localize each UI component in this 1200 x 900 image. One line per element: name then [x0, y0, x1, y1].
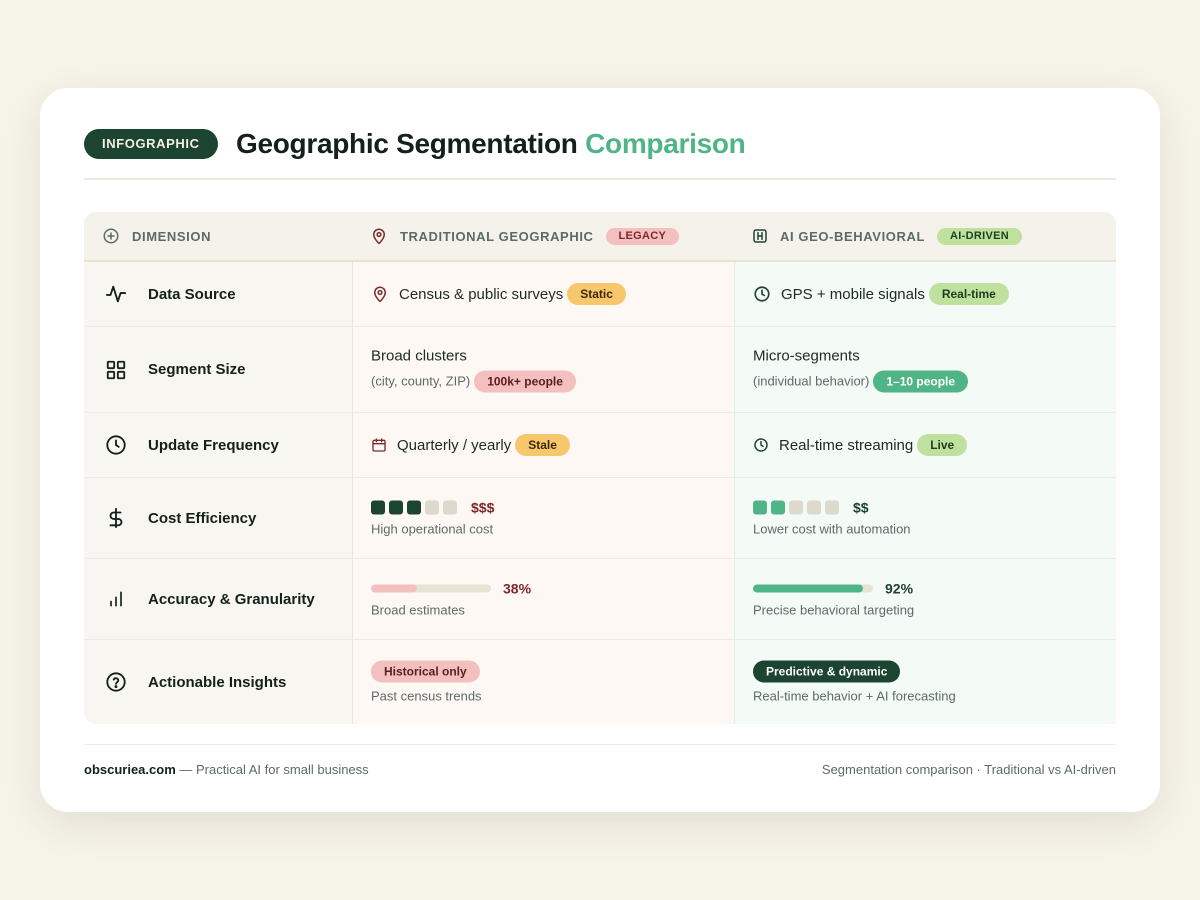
accuracy-bar-fill: [371, 584, 417, 593]
cost-value: $$: [853, 499, 869, 516]
accuracy-value: 38%: [503, 580, 532, 597]
footer-caption: Segmentation comparison · Traditional vs…: [821, 762, 1116, 777]
cost-dot: [771, 500, 785, 515]
cost-dot: [371, 500, 385, 515]
cell-text: Census & public surveys: [399, 285, 564, 303]
clock-icon: [753, 437, 769, 453]
table-row: Update Frequency Quarterly / yearly Stal…: [84, 413, 1116, 478]
table-row: Cost Efficiency $$$ High operational cos…: [84, 478, 1116, 559]
cost-dot: [807, 500, 821, 515]
comparison-table: DIMENSION TRADITIONAL GEOGRAPHIC LEGACY …: [84, 212, 1116, 724]
infographic-card: INFOGRAPHIC Geographic Segmentation Comp…: [40, 88, 1160, 812]
cell-text: Broad clusters: [371, 347, 467, 364]
cost-dot: [443, 500, 457, 515]
accuracy-bar: [753, 584, 873, 593]
table-row: Data Source Census & public surveys Stat…: [84, 262, 1116, 327]
row-label: Update Frequency: [148, 436, 279, 454]
table-row: Actionable Insights Historical only Past…: [84, 640, 1116, 724]
cost-dot: [789, 500, 803, 515]
cell-subtext: Precise behavioral targeting: [753, 602, 915, 618]
cell-subtext: Broad estimates: [371, 602, 465, 618]
status-badge: Real-time: [928, 283, 1009, 305]
cost-dot: [407, 500, 421, 515]
bar-chart-icon: [104, 589, 128, 609]
insight-badge: Predictive & dynamic: [753, 660, 901, 683]
cell-text: Quarterly / yearly: [397, 436, 512, 454]
cell-text: Micro-segments: [753, 347, 860, 364]
title-accent: Comparison: [585, 128, 746, 159]
status-badge: Live: [917, 434, 968, 456]
clock-icon: [753, 285, 771, 303]
column-header-dimension: DIMENSION: [102, 212, 211, 260]
cell-subtext: (individual behavior): [753, 373, 870, 389]
footer: obscuriea.com — Practical AI for small b…: [84, 744, 1116, 784]
cell-subtext: High operational cost: [371, 521, 494, 537]
clock-icon: [104, 434, 128, 456]
cost-dot: [425, 500, 439, 515]
dollar-icon: [104, 506, 128, 530]
size-badge: 1–10 people: [873, 370, 969, 392]
map-pin-icon: [370, 226, 388, 246]
grid-icon: [104, 359, 128, 381]
cost-meter: $$$: [371, 500, 494, 516]
row-label: Accuracy & Granularity: [148, 590, 315, 608]
plus-circle-icon: [102, 227, 120, 245]
table-row: Segment Size Broad clusters (city, count…: [84, 327, 1116, 413]
map-pin-icon: [371, 284, 389, 304]
cost-dot: [825, 500, 839, 515]
status-badge: Stale: [515, 434, 570, 456]
title-main: Geographic Segmentation: [236, 128, 578, 159]
cost-meter: $$: [753, 500, 911, 516]
accuracy-bar: [371, 584, 491, 593]
help-circle-icon: [104, 671, 128, 693]
cell-text: GPS + mobile signals: [781, 285, 925, 303]
chip-icon: [752, 228, 768, 244]
status-badge: Static: [567, 283, 626, 305]
column-header-traditional: TRADITIONAL GEOGRAPHIC LEGACY: [370, 212, 680, 260]
infographic-pill: INFOGRAPHIC: [84, 129, 218, 159]
cell-subtext: Lower cost with automation: [753, 521, 911, 537]
cell-text: Real-time streaming: [779, 436, 914, 454]
table-header: DIMENSION TRADITIONAL GEOGRAPHIC LEGACY …: [84, 212, 1116, 262]
cell-subtext: Past census trends: [371, 688, 482, 704]
row-label: Segment Size: [148, 361, 246, 378]
table-row: Accuracy & Granularity 38% Broad estimat…: [84, 559, 1116, 640]
cell-subtext: (city, county, ZIP): [371, 373, 471, 389]
row-label: Data Source: [148, 285, 236, 303]
cost-value: $$$: [471, 499, 495, 516]
insight-badge: Historical only: [371, 660, 480, 683]
row-label: Cost Efficiency: [148, 509, 257, 527]
accuracy-value: 92%: [885, 580, 914, 597]
header: INFOGRAPHIC Geographic Segmentation Comp…: [84, 128, 1116, 180]
cell-subtext: Real-time behavior + AI forecasting: [753, 688, 956, 704]
footer-brand: obscuriea.com — Practical AI for small b…: [84, 762, 369, 777]
activity-icon: [104, 283, 128, 305]
cost-dot: [389, 500, 403, 515]
column-header-ai: AI GEO-BEHAVIORAL AI-DRIVEN: [752, 212, 1022, 260]
size-badge: 100k+ people: [474, 370, 576, 392]
brand-link[interactable]: obscuriea.com: [84, 762, 176, 777]
row-label: Actionable Insights: [148, 673, 287, 691]
calendar-icon: [371, 437, 387, 453]
legacy-tag: LEGACY: [605, 227, 680, 245]
page-title: Geographic Segmentation Comparison: [236, 128, 746, 160]
cost-dot: [753, 500, 767, 515]
ai-driven-tag: AI-DRIVEN: [937, 227, 1022, 245]
accuracy-bar-fill: [753, 584, 864, 593]
